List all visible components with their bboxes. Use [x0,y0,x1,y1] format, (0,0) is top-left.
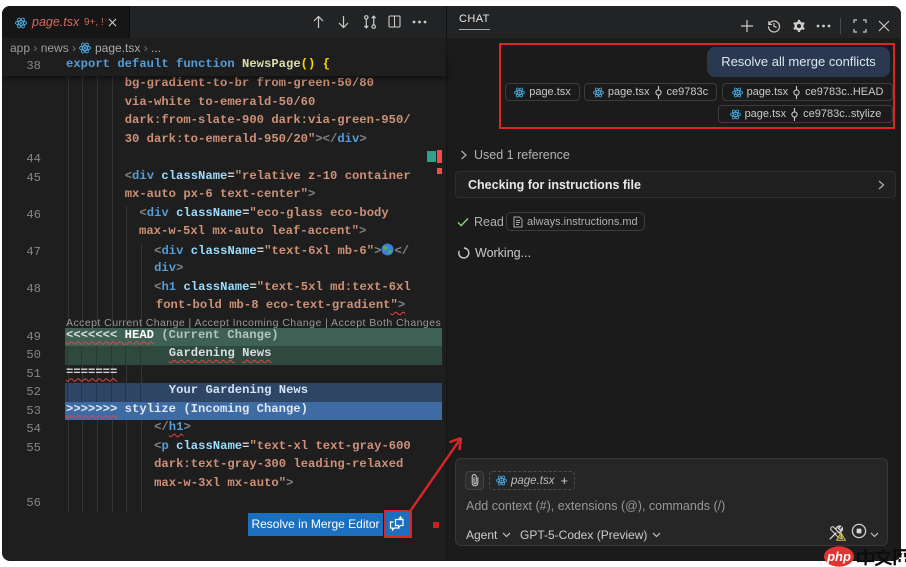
svg-text:php: php [826,549,851,564]
